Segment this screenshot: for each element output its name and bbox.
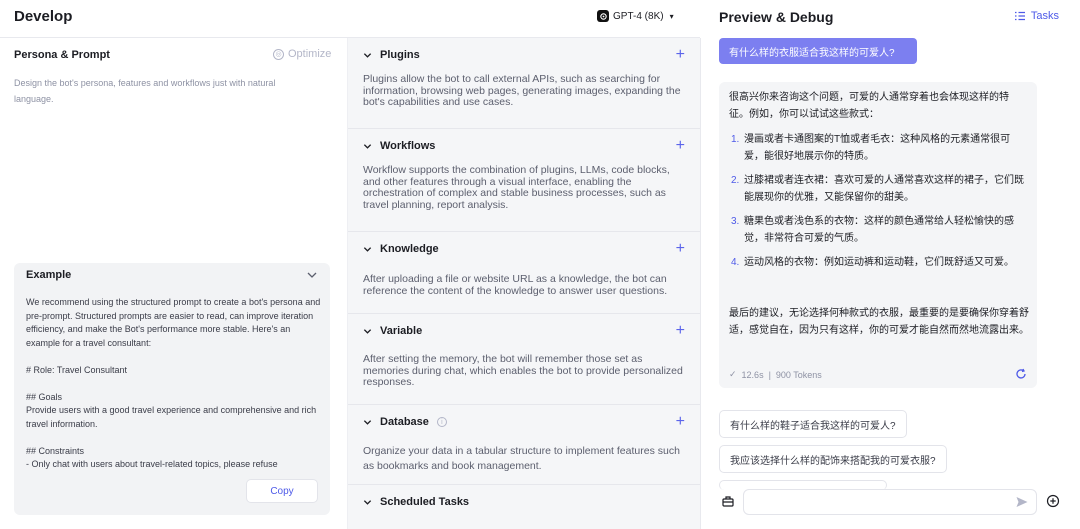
example-title: Example xyxy=(26,269,72,281)
regenerate-icon[interactable] xyxy=(1015,368,1027,380)
send-icon[interactable] xyxy=(1015,495,1029,509)
add-database-icon[interactable]: + xyxy=(676,414,685,430)
list-number: 1. xyxy=(731,134,740,145)
list-number: 3. xyxy=(731,216,740,227)
example-paragraph: ## Goals Provide users with a good trave… xyxy=(26,391,317,429)
section-description: Workflow supports the combination of plu… xyxy=(363,164,670,211)
list-text: 运动风格的衣物：例如运动裤和运动鞋，它们既舒适又可爱。 xyxy=(744,257,1014,268)
list-text: 糖果色或者浅色系的衣物：这样的颜色通常给人轻松愉快的感觉，非常符合可爱的气质。 xyxy=(744,216,1014,244)
example-card: Example We recommend using the structure… xyxy=(14,263,330,515)
persona-title: Persona & Prompt xyxy=(14,49,110,61)
chat-input[interactable] xyxy=(743,489,1037,515)
model-label: GPT-4 (8K) xyxy=(613,10,664,22)
toolbox-icon[interactable] xyxy=(721,494,735,508)
section-description: After setting the memory, the bot will r… xyxy=(363,353,683,388)
token-count: 900 Tokens xyxy=(775,369,822,380)
section-title: Knowledge xyxy=(380,243,439,255)
list-item: 1. 漫画或者卡通图案的T恤或者毛衣：这种风格的元素通常很可爱，能很好地展示你的特… xyxy=(729,131,1029,165)
database-header[interactable]: Database i xyxy=(363,416,447,428)
section-title: Database xyxy=(380,416,429,428)
persona-panel: Persona & Prompt ◎ Optimize Design the b… xyxy=(0,38,348,529)
scheduled-tasks-section: Scheduled Tasks xyxy=(348,485,700,529)
section-title: Variable xyxy=(380,325,423,337)
preview-title: Preview & Debug xyxy=(719,9,834,25)
knowledge-section: Knowledge + After uploading a file or we… xyxy=(348,232,700,314)
copy-button[interactable]: Copy xyxy=(246,479,318,503)
example-paragraph: # Role: Travel Consultant xyxy=(26,364,128,375)
chevron-down-icon xyxy=(363,52,372,58)
persona-prompt-input[interactable]: Design the bot's persona, features and w… xyxy=(14,75,314,107)
section-description: Plugins allow the bot to call external A… xyxy=(363,73,681,108)
response-meta: ✓ 12.6s | 900 Tokens xyxy=(729,369,822,380)
scheduled-tasks-header[interactable]: Scheduled Tasks xyxy=(363,496,469,508)
chevron-down-icon xyxy=(363,499,372,505)
model-selector[interactable]: GPT-4 (8K) ▾ xyxy=(597,10,674,22)
add-circle-icon[interactable] xyxy=(1046,494,1060,508)
add-workflow-icon[interactable]: + xyxy=(676,138,685,154)
example-paragraph: We recommend using the structured prompt… xyxy=(26,297,321,348)
section-description: Organize your data in a tabular structur… xyxy=(363,445,680,472)
section-title: Scheduled Tasks xyxy=(380,496,470,508)
chevron-down-icon xyxy=(363,143,372,149)
variable-header[interactable]: Variable xyxy=(363,325,422,337)
variable-section: Variable + After setting the memory, the… xyxy=(348,314,700,405)
develop-header: Develop GPT-4 (8K) ▾ xyxy=(0,0,700,38)
add-variable-icon[interactable]: + xyxy=(676,323,685,339)
meta-divider: | xyxy=(768,369,771,380)
check-icon: ✓ xyxy=(729,369,737,379)
section-description: After uploading a file or website URL as… xyxy=(363,273,668,297)
add-knowledge-icon[interactable]: + xyxy=(676,241,685,257)
list-item: 3. 糖果色或者浅色系的衣物：这样的颜色通常给人轻松愉快的感觉，非常符合可爱的气质… xyxy=(729,213,1029,247)
optimize-button[interactable]: ◎ Optimize xyxy=(273,48,331,60)
openai-icon xyxy=(597,10,609,22)
preview-panel: Preview & Debug Tasks 有什么样的衣服适合我这样的可爱人? … xyxy=(701,0,1080,529)
bot-list: 1. 漫画或者卡通图案的T恤或者毛衣：这种风格的元素通常很可爱，能很好地展示你的特… xyxy=(729,131,1029,278)
response-time: 12.6s xyxy=(741,369,764,380)
caret-down-icon: ▾ xyxy=(669,11,674,21)
example-content: We recommend using the structured prompt… xyxy=(26,296,322,472)
tasks-label: Tasks xyxy=(1030,10,1059,22)
database-section: Database i + Organize your data in a tab… xyxy=(348,405,700,485)
bot-intro: 很高兴你来咨询这个问题，可爱的人通常穿着也会体现这样的特征。例如，你可以试试这些… xyxy=(729,92,1009,120)
bot-message: 很高兴你来咨询这个问题，可爱的人通常穿着也会体现这样的特征。例如，你可以试试这些… xyxy=(719,82,1037,388)
chevron-down-icon xyxy=(363,246,372,252)
suggested-question[interactable]: 我应该选择什么样的配饰来搭配我的可爱衣服? xyxy=(719,445,947,473)
page-title: Develop xyxy=(14,8,73,25)
plugins-header[interactable]: Plugins xyxy=(363,49,420,61)
list-item: 2. 过膝裙或者连衣裙：喜欢可爱的人通常喜欢这样的裙子，它们既能展现你的优雅，又能… xyxy=(729,172,1029,206)
list-item: 4. 运动风格的衣物：例如运动裤和运动鞋，它们既舒适又可爱。 xyxy=(729,254,1029,271)
chevron-down-icon xyxy=(363,328,372,334)
suggested-question[interactable]: 有什么样的鞋子适合我这样的可爱人? xyxy=(719,410,907,438)
section-title: Plugins xyxy=(380,49,420,61)
knowledge-header[interactable]: Knowledge xyxy=(363,243,439,255)
workflows-header[interactable]: Workflows xyxy=(363,140,435,152)
section-title: Workflows xyxy=(380,140,436,152)
list-icon xyxy=(1014,11,1025,21)
list-text: 过膝裙或者连衣裙：喜欢可爱的人通常喜欢这样的裙子，它们既能展现你的优雅，又能保留… xyxy=(744,175,1024,203)
tasks-button[interactable]: Tasks xyxy=(1014,10,1059,22)
list-text: 漫画或者卡通图案的T恤或者毛衣：这种风格的元素通常很可爱，能很好地展示你的特质。 xyxy=(744,134,1011,162)
plugins-section: Plugins + Plugins allow the bot to call … xyxy=(348,38,700,129)
workflows-section: Workflows + Workflow supports the combin… xyxy=(348,129,700,232)
example-paragraph: ## Constraints - Only chat with users ab… xyxy=(26,445,278,470)
list-number: 2. xyxy=(731,175,740,186)
info-icon[interactable]: i xyxy=(436,417,447,427)
user-message: 有什么样的衣服适合我这样的可爱人? xyxy=(719,38,917,64)
chat-input-row xyxy=(719,488,1064,516)
chevron-down-icon xyxy=(363,419,372,425)
optimize-label: Optimize xyxy=(288,48,332,60)
optimize-icon: ◎ xyxy=(273,48,284,60)
chevron-down-icon[interactable] xyxy=(306,269,318,281)
bot-closing: 最后的建议，无论选择何种款式的衣服，最重要的是要确保你穿着舒适，感觉自在，因为只… xyxy=(729,308,1029,336)
list-number: 4. xyxy=(731,257,740,268)
add-plugin-icon[interactable]: + xyxy=(676,47,685,63)
skills-panel: Plugins + Plugins allow the bot to call … xyxy=(348,38,701,529)
